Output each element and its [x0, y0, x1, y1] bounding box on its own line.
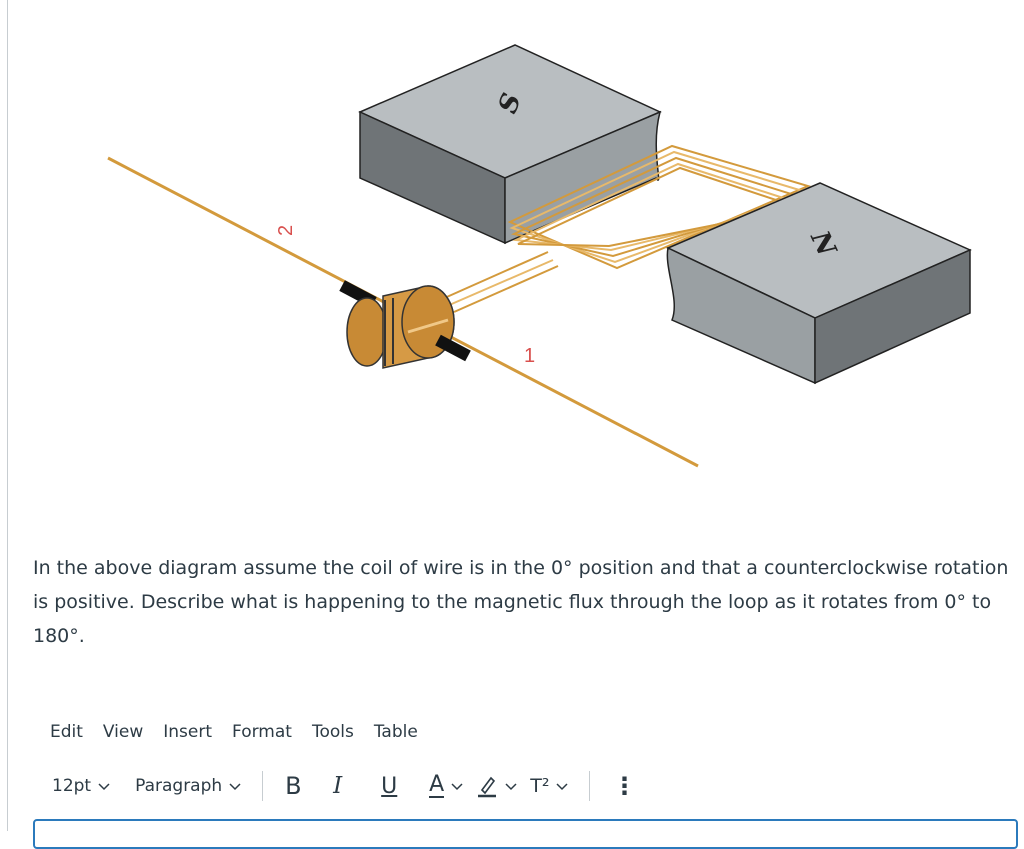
- superscript-label: T²: [530, 775, 550, 797]
- menu-format[interactable]: Format: [222, 720, 302, 744]
- underline-button[interactable]: U: [375, 772, 423, 801]
- menu-tools[interactable]: Tools: [302, 720, 364, 744]
- menu-view[interactable]: View: [93, 720, 153, 744]
- menu-edit[interactable]: Edit: [40, 720, 93, 744]
- chevron-down-icon: [229, 783, 241, 791]
- font-size-dropdown[interactable]: 12pt: [46, 774, 117, 798]
- superscript-button[interactable]: T²: [524, 773, 575, 799]
- commutator: [339, 280, 471, 369]
- text-color-button[interactable]: A: [423, 772, 470, 800]
- rich-text-editor-area[interactable]: [33, 819, 1018, 849]
- highlight-color-button[interactable]: [470, 772, 524, 800]
- block-format-dropdown[interactable]: Paragraph: [129, 774, 248, 798]
- block-format-value: Paragraph: [135, 776, 223, 796]
- more-options-button[interactable]: ⋮: [606, 770, 642, 802]
- north-magnet: N: [666, 182, 972, 385]
- toolbar-separator: [262, 771, 264, 801]
- menu-table[interactable]: Table: [364, 720, 428, 744]
- italic-button[interactable]: I: [327, 771, 375, 801]
- bold-button[interactable]: B: [279, 770, 327, 802]
- highlighter-icon: [478, 776, 497, 798]
- font-size-value: 12pt: [52, 776, 92, 796]
- menu-insert[interactable]: Insert: [153, 720, 222, 744]
- text-color-label: A: [429, 772, 445, 798]
- brush-label-2: 2: [275, 225, 297, 236]
- chevron-down-icon: [505, 783, 517, 791]
- brush-label-1: 1: [524, 345, 535, 367]
- editor-menubar: Edit View Insert Format Tools Table: [40, 717, 428, 747]
- generator-diagram: S N 2 1: [107, 44, 972, 468]
- chevron-down-icon: [451, 783, 463, 791]
- editor-toolbar: 12pt Paragraph B I U A T² ⋮: [40, 768, 642, 804]
- question-text: In the above diagram assume the coil of …: [33, 557, 1009, 647]
- toolbar-separator: [589, 771, 591, 801]
- south-magnet: S: [358, 44, 662, 245]
- chevron-down-icon: [556, 783, 568, 791]
- chevron-down-icon: [98, 783, 110, 791]
